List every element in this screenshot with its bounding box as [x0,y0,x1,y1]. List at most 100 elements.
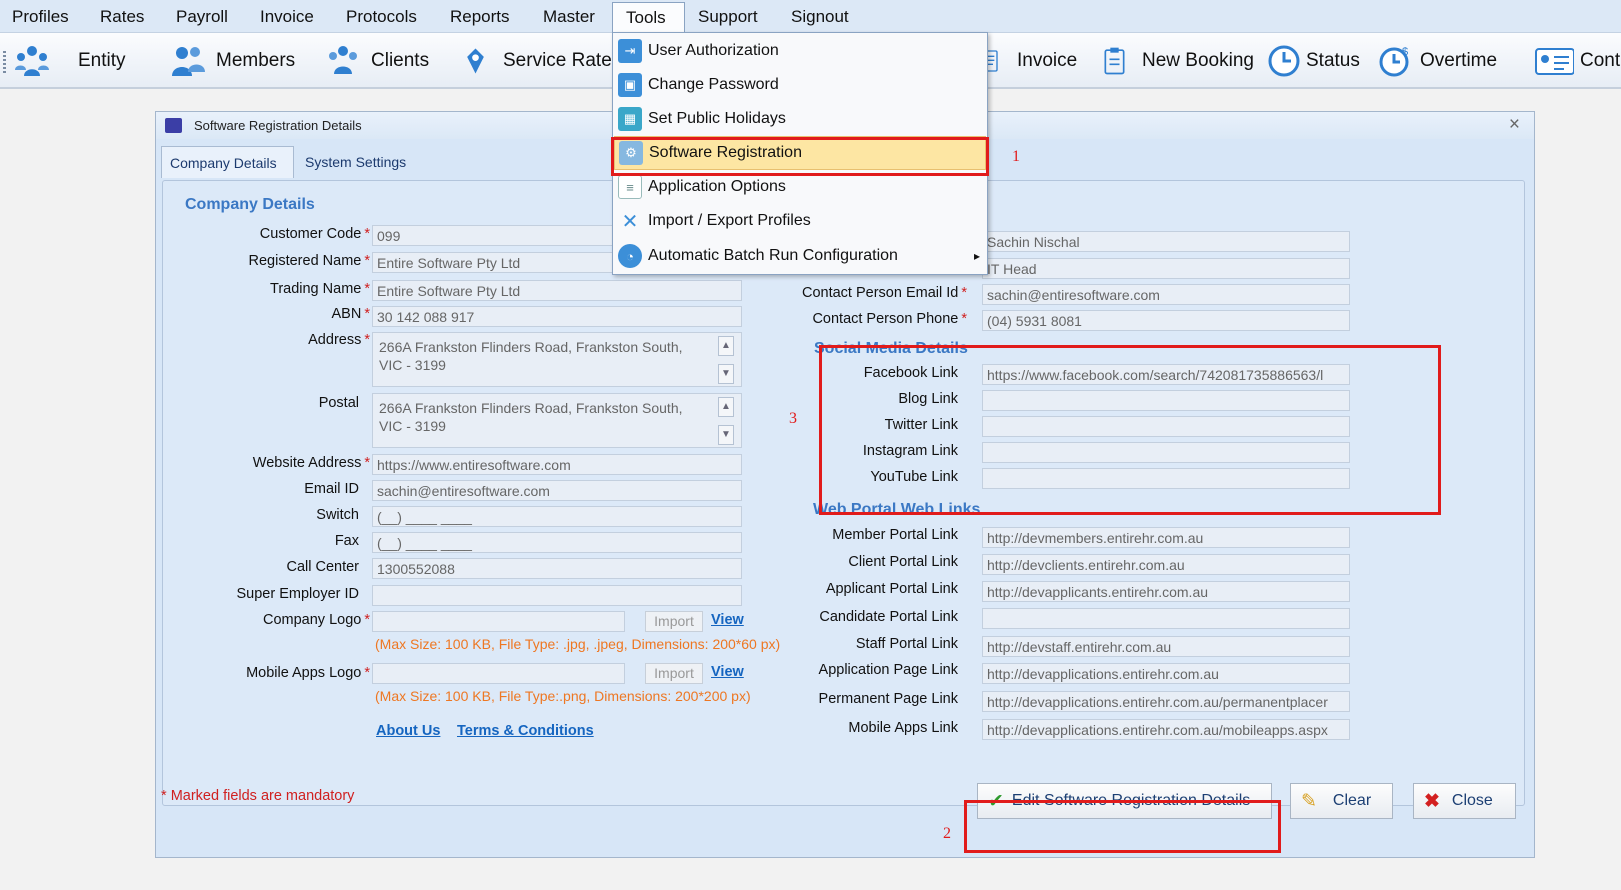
menu-item-software-registration[interactable]: ⚙ Software Registration [614,136,986,170]
menu-invoice[interactable]: Invoice [260,7,314,27]
edit-software-registration-button[interactable]: ✔ Edit Software Registration Details [977,783,1272,819]
contact-person-designation-field[interactable]: IT Head [982,258,1350,279]
contact-person-email-field[interactable]: sachin@entiresoftware.com [982,284,1350,305]
permanent-page-field[interactable]: http://devapplications.entirehr.com.au/p… [982,691,1350,712]
toolbar-overtime-button[interactable]: $ Overtime [1378,43,1497,79]
toolbar-new-booking-label: New Booking [1142,50,1254,71]
overtime-icon: $ [1379,46,1409,77]
toolbar-cont-button[interactable]: Cont [1530,43,1620,79]
application-page-field[interactable]: http://devapplications.entirehr.com.au [982,663,1350,684]
mobile-logo-view-link[interactable]: View [711,664,744,680]
menu-item-user-authorization[interactable]: ⇥ User Authorization [614,34,986,68]
status-clock-icon [1268,45,1300,77]
menu-reports[interactable]: Reports [450,7,510,27]
toolbar-members-button[interactable]: Members [170,43,295,79]
menu-tools[interactable]: Tools [612,2,685,32]
contact-person-name-field[interactable]: Sachin Nischal [982,231,1350,252]
toolbar-entity-button[interactable]: Entity [14,43,126,79]
postal-textarea[interactable]: 266A Frankston Flinders Road, Frankston … [372,393,742,448]
candidate-portal-label: Candidate Portal Link [819,609,958,625]
contact-person-phone-field[interactable]: (04) 5931 8081 [982,310,1350,331]
twitter-link-field[interactable] [982,416,1350,437]
svg-text:$: $ [1402,46,1408,58]
tools-icon: ✕ [621,210,639,233]
company-details-heading: Company Details [185,196,315,213]
menu-item-automatic-batch-run[interactable]: ◔ Automatic Batch Run Configuration ▸ [614,239,986,273]
menu-item-application-options[interactable]: ≡ Application Options [614,170,986,204]
close-button[interactable]: ✖ Close [1413,783,1516,819]
menu-profiles[interactable]: Profiles [12,7,69,27]
switch-label: Switch [316,507,359,523]
tab-company-details[interactable]: Company Details [161,146,294,178]
mobile-apps-logo-field[interactable] [372,663,625,684]
submenu-arrow-icon: ▸ [973,249,980,263]
clock-icon: ◔ [618,244,642,268]
staff-portal-field[interactable]: http://devstaff.entirehr.com.au [982,636,1350,657]
address-scroll-up-icon[interactable]: ▲ [718,336,734,356]
about-us-link[interactable]: About Us [376,723,440,739]
social-media-heading: Social Media Details [814,340,968,357]
fax-field[interactable]: (__) ____ ____ [372,532,742,553]
postal-scroll-down-icon[interactable]: ▼ [718,425,734,445]
terms-conditions-link[interactable]: Terms & Conditions [457,723,594,739]
trading-name-label: Trading Name * [270,281,370,297]
mobile-logo-import-button[interactable]: Import [645,663,703,684]
trading-name-field[interactable]: Entire Software Pty Ltd [372,280,742,301]
facebook-link-field[interactable]: https://www.facebook.com/search/74208173… [982,364,1350,385]
tab-system-settings[interactable]: System Settings [297,146,425,178]
tools-dropdown-menu: ⇥ User Authorization ▣ Change Password ▦ Se… [612,32,988,275]
client-portal-field[interactable]: http://devclients.entirehr.com.au [982,554,1350,575]
menu-item-set-public-holidays[interactable]: ▦ Set Public Holidays [614,102,986,136]
contact-person-email-label: Contact Person Email Id * [801,285,967,301]
address-line-1: 266A Frankston Flinders Road, Frankston … [379,339,683,355]
call-center-field[interactable]: 1300552088 [372,558,742,579]
toolbar-status-button[interactable]: Status [1266,43,1360,79]
abn-field[interactable]: 30 142 088 917 [372,306,742,327]
email-id-field[interactable]: sachin@entiresoftware.com [372,480,742,501]
toolbar-clients-button[interactable]: Clients [325,43,429,79]
switch-field[interactable]: (__) ____ ____ [372,506,742,527]
toolbar-invoice-label: Invoice [1017,50,1078,71]
applicant-portal-field[interactable]: http://devapplicants.entirehr.com.au [982,581,1350,602]
youtube-link-label: YouTube Link [870,469,958,485]
web-portal-heading: Web Portal Web Links [813,501,981,518]
company-logo-view-link[interactable]: View [711,612,744,628]
company-logo-import-button[interactable]: Import [645,611,703,632]
postal-scroll-up-icon[interactable]: ▲ [718,397,734,417]
toolbar-invoice-button[interactable]: Invoice [983,43,1077,79]
super-employer-id-field[interactable] [372,585,742,606]
address-textarea[interactable]: 266A Frankston Flinders Road, Frankston … [372,332,742,387]
facebook-link-label: Facebook Link [863,365,958,381]
postal-line-1: 266A Frankston Flinders Road, Frankston … [379,400,683,416]
toolbar-status-label: Status [1306,50,1360,71]
youtube-link-field[interactable] [982,468,1350,489]
postal-label: Postal [318,395,359,411]
menu-signout[interactable]: Signout [791,7,849,27]
postal-line-2: VIC - 3199 [379,418,446,434]
toolbar-entity-label: Entity [78,50,126,71]
blog-link-field[interactable] [982,390,1350,411]
menu-protocols[interactable]: Protocols [346,7,417,27]
checkmark-icon: ✔ [988,790,1004,812]
blog-link-label: Blog Link [898,391,958,407]
menu-item-import-export-profiles[interactable]: ✕ Import / Export Profiles [614,204,986,238]
mobile-logo-note: (Max Size: 100 KB, File Type:.png, Dimen… [375,688,751,704]
menu-rates[interactable]: Rates [100,7,144,27]
candidate-portal-field[interactable] [982,608,1350,629]
clear-button[interactable]: ✎ Clear [1290,783,1393,819]
company-logo-field[interactable] [372,611,625,632]
toolbar-new-booking-button[interactable]: New Booking [1102,43,1254,79]
address-scroll-down-icon[interactable]: ▼ [718,364,734,384]
website-address-field[interactable]: https://www.entiresoftware.com [372,454,742,475]
menu-payroll[interactable]: Payroll [176,7,228,27]
menu-support[interactable]: Support [698,7,758,27]
menu-item-change-password[interactable]: ▣ Change Password [614,68,986,102]
member-portal-field[interactable]: http://devmembers.entirehr.com.au [982,527,1350,548]
toolbar-service-rate-button[interactable]: Service Rate [463,43,612,79]
menu-master[interactable]: Master [543,7,595,27]
email-id-label: Email ID [304,481,359,497]
mobile-apps-link-field[interactable]: http://devapplications.entirehr.com.au/m… [982,719,1350,740]
annotation-number-3: 3 [789,410,797,427]
instagram-link-field[interactable] [982,442,1350,463]
dialog-close-icon[interactable]: × [1509,114,1520,136]
